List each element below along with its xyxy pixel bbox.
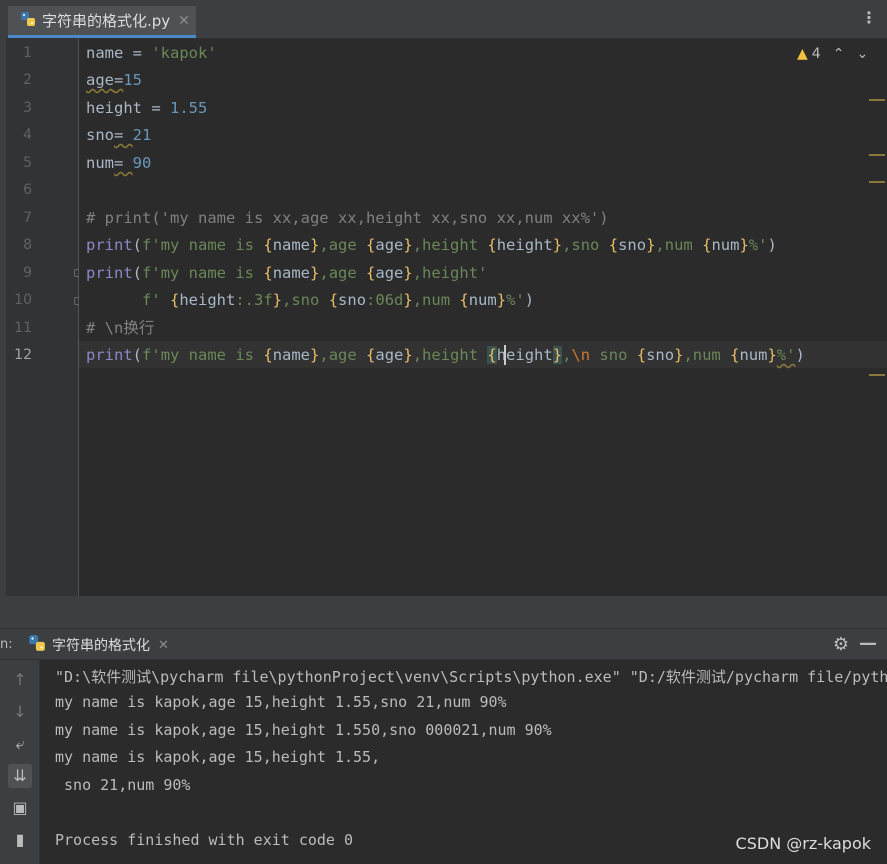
warning-marker[interactable] [869,374,885,376]
run-tab[interactable]: 字符串的格式化 ✕ [28,631,169,659]
console-line: my name is kapok,age 15,height 1.55,sno … [55,693,507,711]
watermark: CSDN @rz-kapok [735,834,871,853]
line-number: 9 [23,265,32,281]
console-line: sno 21,num 90% [55,776,191,794]
line-number: 2 [23,72,32,88]
line-number: 6 [23,182,32,198]
warning-marker[interactable] [869,99,885,101]
line-number: 8 [23,237,32,253]
editor-tab-bar: 字符串的格式化.py ✕ ⋮ [0,0,887,39]
gear-icon[interactable]: ⚙ [833,634,849,655]
soft-wrap-icon[interactable]: ⤶ [8,732,32,756]
line-number: 4 [23,127,32,143]
run-panel-prefix: n: [0,637,13,652]
line-number-gutter: 1 2 3 4 5 6 7 8 9 10 11 12 [6,39,82,596]
code-line: f' {height:.3f},sno {sno:06d},num {num}%… [142,291,535,309]
line-number: 11 [14,320,32,336]
code-comment: # \n换行 [86,319,155,337]
warning-count: 4 [811,46,821,62]
code-line: print(f'my name is {name},age {age},heig… [86,236,777,254]
line-number: 12 [14,347,32,363]
close-icon[interactable]: ✕ [178,13,190,29]
line-number: 1 [23,45,32,61]
console-line: my name is kapok,age 15,height 1.550,sno… [55,721,552,739]
line-number: 3 [23,100,32,116]
console-line: Process finished with exit code 0 [55,831,354,849]
line-number: 10 [14,292,32,308]
code-line: height = 1.55 [86,99,208,117]
code-line: age=15 [86,71,143,89]
warning-marker[interactable] [869,154,885,156]
arrow-down-icon[interactable]: ↓ [8,700,32,724]
console-line: my name is kapok,age 15,height 1.55, [55,748,381,766]
line-number: 7 [23,210,32,226]
warning-marker[interactable] [869,181,885,183]
minimize-icon[interactable]: — [859,633,877,654]
chevron-down-icon[interactable]: ⌄ [856,46,868,62]
arrow-up-icon[interactable]: ↑ [8,668,32,692]
panel-separator[interactable] [0,596,887,628]
close-icon[interactable]: ✕ [158,638,169,653]
trash-icon[interactable]: ▮ [8,828,32,852]
line-number: 5 [23,155,32,171]
console-line: "D:\软件测试\pycharm file\pythonProject\venv… [55,668,887,686]
code-editor[interactable]: name = 'kapok' age=15 height = 1.55 sno=… [79,39,887,596]
more-menu-icon[interactable]: ⋮ [861,10,877,26]
scroll-to-end-icon[interactable]: ⇊ [8,764,32,788]
python-icon [20,11,36,31]
run-tool-strip: ↑ ↓ ⤶ ⇊ ▣ ▮ [0,660,40,864]
run-toolbar: n: 字符串的格式化 ✕ ⚙ — [0,628,887,660]
editor-tab[interactable]: 字符串的格式化.py ✕ [8,6,196,38]
code-comment: # print('my name is xx,age xx,height xx,… [86,209,609,227]
print-icon[interactable]: ▣ [8,796,32,820]
run-tab-label: 字符串的格式化 [52,638,150,654]
code-line: sno= 21 [86,126,152,144]
code-line-current: print(f'my name is {name},age {age},heig… [86,346,805,364]
code-line: print(f'my name is {name},age {age},heig… [86,264,488,282]
text-caret [504,345,506,365]
warning-triangle-icon: ▲ [797,46,808,62]
code-line: name = 'kapok' [86,44,217,62]
chevron-up-icon[interactable]: ⌃ [833,46,845,62]
editor-tab-label: 字符串的格式化.py [42,12,171,30]
code-line: num= 90 [86,154,152,172]
inspection-widget[interactable]: ▲ 4 ⌃ ⌄ [797,46,868,62]
python-icon [28,634,46,656]
